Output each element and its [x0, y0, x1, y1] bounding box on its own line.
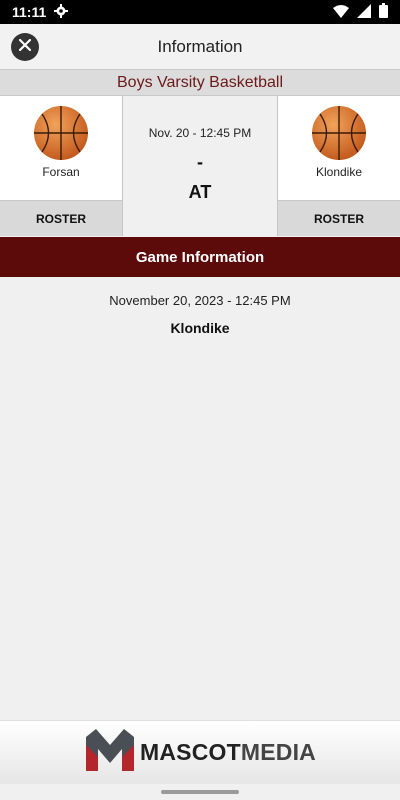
home-team-name: Forsan [42, 165, 80, 179]
game-details: November 20, 2023 - 12:45 PM Klondike [0, 277, 400, 717]
home-team-card: Forsan ROSTER [0, 96, 122, 236]
score: - [197, 152, 203, 172]
away-roster-button[interactable]: ROSTER [278, 200, 400, 236]
game-location: Klondike [170, 320, 230, 336]
brand-name-part2: MEDIA [240, 739, 316, 765]
home-roster-button[interactable]: ROSTER [0, 200, 122, 236]
matchup-panel: Forsan ROSTER Nov. 20 - 12:45 PM - AT Kl… [0, 96, 400, 236]
status-time: 11:11 [12, 4, 47, 20]
basketball-icon [311, 105, 367, 161]
home-gesture-handle[interactable] [161, 790, 239, 794]
battery-icon [379, 3, 388, 21]
game-information-header: Game Information [0, 237, 400, 277]
mascot-media-logo [84, 727, 136, 778]
sport-bar: Boys Varsity Basketball [0, 69, 400, 96]
away-team-name: Klondike [315, 165, 363, 179]
page-title: Information [157, 36, 243, 56]
game-time-short: Nov. 20 - 12:45 PM [148, 126, 252, 140]
game-summary: Nov. 20 - 12:45 PM - AT [122, 96, 278, 236]
away-team-card: Klondike ROSTER [278, 96, 400, 236]
footer-brand: MASCOTMEDIA [0, 720, 400, 784]
game-date-time: November 20, 2023 - 12:45 PM [109, 293, 291, 308]
section-title: Game Information [135, 248, 265, 266]
close-icon [18, 38, 32, 56]
app-header: Information [0, 24, 400, 69]
gesture-bar [0, 784, 400, 800]
location-type: AT [188, 182, 212, 202]
brand-name-part1: MASCOT [140, 739, 241, 765]
close-button[interactable] [11, 33, 39, 61]
gear-icon [54, 3, 69, 21]
wifi-icon [333, 4, 349, 21]
signal-icon [357, 3, 371, 21]
sport-title: Boys Varsity Basketball [117, 73, 283, 91]
status-bar: 11:11 [0, 0, 400, 24]
basketball-icon [33, 105, 89, 161]
